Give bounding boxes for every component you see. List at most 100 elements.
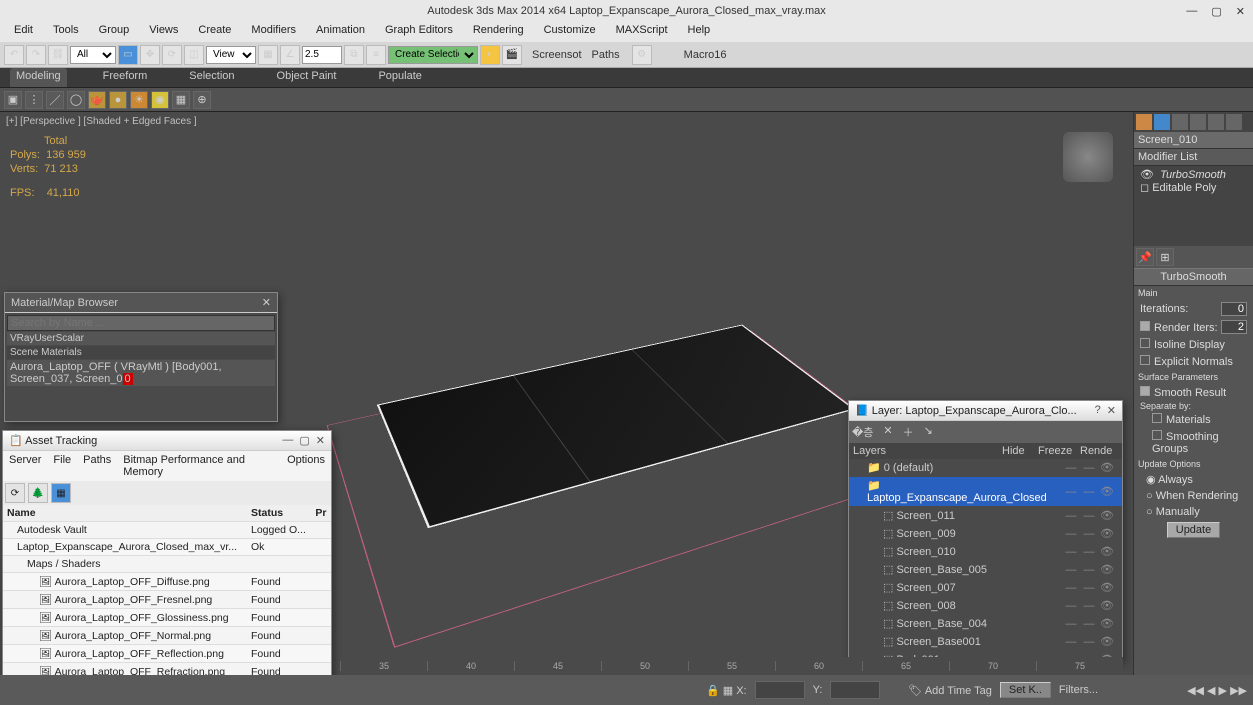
grid-icon[interactable]: ▦: [172, 91, 190, 109]
teapot-icon[interactable]: 🫖: [88, 91, 106, 109]
select-icon[interactable]: ▭: [118, 45, 138, 65]
close-icon[interactable]: ✕: [1107, 404, 1116, 417]
filter-select[interactable]: All: [70, 46, 116, 64]
layer-row[interactable]: ⬚ Screen_010——👁: [849, 543, 1122, 561]
setkey-button[interactable]: Set K..: [1000, 682, 1051, 698]
helper-icon[interactable]: ⊕: [193, 91, 211, 109]
mat-item[interactable]: Aurora_Laptop_OFF ( VRayMtl ) [Body001, …: [7, 360, 275, 386]
motion-tab-icon[interactable]: [1190, 114, 1206, 130]
menu-maxscript[interactable]: MAXScript: [608, 22, 676, 42]
menu-customize[interactable]: Customize: [536, 22, 604, 42]
refresh-icon[interactable]: ⟳: [5, 483, 25, 503]
modify-tab-icon[interactable]: [1154, 114, 1170, 130]
paths-label[interactable]: Paths: [592, 49, 620, 61]
help-icon[interactable]: ?: [1095, 404, 1101, 417]
snap-icon[interactable]: ▦: [258, 45, 278, 65]
select-icon[interactable]: ↘: [924, 424, 933, 440]
new-layer-icon[interactable]: �층: [852, 424, 873, 440]
object-name[interactable]: Screen_010: [1134, 132, 1253, 149]
table-row[interactable]: 🖼 Aurora_Laptop_OFF_Reflection.pngFound: [3, 645, 331, 663]
mat-item[interactable]: VRayUserScalar: [7, 332, 275, 345]
layer-row[interactable]: ⬚ Screen_008——👁: [849, 597, 1122, 615]
rotate-icon[interactable]: ⟳: [162, 45, 182, 65]
menu-paths[interactable]: Paths: [83, 454, 111, 478]
tab-objectpaint[interactable]: Object Paint: [271, 68, 343, 87]
layer-row[interactable]: ⬚ Screen_Base001——👁: [849, 633, 1122, 651]
search-input[interactable]: [7, 315, 275, 331]
table-row[interactable]: Autodesk VaultLogged O...: [3, 522, 331, 539]
menu-views[interactable]: Views: [141, 22, 186, 42]
maximize-icon[interactable]: ▢: [1211, 5, 1221, 18]
link-icon[interactable]: ⛓: [48, 45, 68, 65]
layer-row[interactable]: ⬚ Screen_011——👁: [849, 507, 1122, 525]
table-row[interactable]: 🖼 Aurora_Laptop_OFF_Normal.pngFound: [3, 627, 331, 645]
undo-icon[interactable]: ↶: [4, 45, 24, 65]
table-row[interactable]: 🖼 Aurora_Laptop_OFF_Fresnel.pngFound: [3, 591, 331, 609]
layer-dialog[interactable]: 📘 Layer: Laptop_Expanscape_Aurora_Clo...…: [848, 400, 1123, 662]
tab-populate[interactable]: Populate: [372, 68, 427, 87]
edge-icon[interactable]: ／: [46, 91, 64, 109]
pin-icon[interactable]: 📌: [1136, 248, 1154, 266]
delete-layer-icon[interactable]: ✕: [883, 424, 892, 440]
render-iters-input[interactable]: 2: [1221, 320, 1247, 334]
screenshot-label[interactable]: Screensot: [532, 49, 582, 61]
stack-editablepoly[interactable]: ◻ Editable Poly: [1140, 181, 1247, 194]
menu-create[interactable]: Create: [190, 22, 239, 42]
minimize-icon[interactable]: —: [282, 434, 293, 447]
add-time-tag[interactable]: Add Time Tag: [925, 685, 992, 697]
layer-row[interactable]: ⬚ Screen_007——👁: [849, 579, 1122, 597]
border-icon[interactable]: ◯: [67, 91, 85, 109]
close-icon[interactable]: ✕: [262, 296, 271, 309]
align-icon[interactable]: ≡: [366, 45, 386, 65]
close-icon[interactable]: ✕: [1236, 5, 1245, 18]
vertex-icon[interactable]: ⋮: [25, 91, 43, 109]
tab-selection[interactable]: Selection: [183, 68, 240, 87]
tab-freeform[interactable]: Freeform: [97, 68, 154, 87]
maximize-icon[interactable]: ▢: [299, 434, 309, 447]
menu-file[interactable]: File: [53, 454, 71, 478]
model-3d[interactable]: [340, 262, 900, 642]
light-icon[interactable]: ☀: [130, 91, 148, 109]
macro-icon[interactable]: ⚙: [632, 45, 652, 65]
table-icon[interactable]: ▦: [51, 483, 71, 503]
menu-help[interactable]: Help: [680, 22, 719, 42]
spinner-input[interactable]: [302, 46, 342, 64]
mirror-icon[interactable]: ⧉: [344, 45, 364, 65]
show-icon[interactable]: ⊞: [1156, 248, 1174, 266]
add-icon[interactable]: ＋: [903, 424, 914, 440]
table-row[interactable]: 🖼 Aurora_Laptop_OFF_Glossiness.pngFound: [3, 609, 331, 627]
create-tab-icon[interactable]: [1136, 114, 1152, 130]
menu-grapheditors[interactable]: Graph Editors: [377, 22, 461, 42]
viewport-label[interactable]: [+] [Perspective ] [Shaded + Edged Faces…: [6, 116, 197, 127]
macro-label[interactable]: Macro16: [684, 49, 727, 61]
modifier-list[interactable]: Modifier List: [1138, 151, 1197, 163]
menu-edit[interactable]: Edit: [6, 22, 41, 42]
layer-row[interactable]: 📁 Laptop_Expanscape_Aurora_Closed——👁: [849, 477, 1122, 507]
table-row[interactable]: Laptop_Expanscape_Aurora_Closed_max_vr..…: [3, 539, 331, 556]
menu-options[interactable]: Options: [287, 454, 325, 478]
sphere-icon[interactable]: ●: [109, 91, 127, 109]
menu-group[interactable]: Group: [91, 22, 138, 42]
material-editor-icon[interactable]: ◐: [480, 45, 500, 65]
material-browser-dialog[interactable]: Material/Map Browser✕ VRayUserScalar Sce…: [4, 292, 278, 422]
coord-x-input[interactable]: [755, 681, 805, 699]
render-setup-icon[interactable]: 🎬: [502, 45, 522, 65]
table-row[interactable]: Maps / Shaders: [3, 556, 331, 573]
tab-modeling[interactable]: Modeling: [10, 68, 67, 87]
layer-row[interactable]: ⬚ Screen_009——👁: [849, 525, 1122, 543]
tree-icon[interactable]: 🌲: [28, 483, 48, 503]
layer-row[interactable]: ⬚ Screen_Base_004——👁: [849, 615, 1122, 633]
viewcube-icon[interactable]: [1063, 132, 1113, 182]
close-icon[interactable]: ✕: [316, 434, 325, 447]
asset-tracking-dialog[interactable]: 📋 Asset Tracking—▢✕ Server File Paths Bi…: [2, 430, 332, 700]
filters-button[interactable]: Filters...: [1059, 684, 1098, 696]
layer-row[interactable]: ⬚ Screen_Base_005——👁: [849, 561, 1122, 579]
menu-bitmap[interactable]: Bitmap Performance and Memory: [123, 454, 275, 478]
timeline[interactable]: 354045505560657075: [340, 657, 1123, 675]
sun-icon[interactable]: ◉: [151, 91, 169, 109]
move-icon[interactable]: ✥: [140, 45, 160, 65]
selection-set[interactable]: Create Selection S: [388, 46, 478, 64]
hierarchy-tab-icon[interactable]: [1172, 114, 1188, 130]
menu-animation[interactable]: Animation: [308, 22, 373, 42]
refcoord-select[interactable]: View: [206, 46, 256, 64]
